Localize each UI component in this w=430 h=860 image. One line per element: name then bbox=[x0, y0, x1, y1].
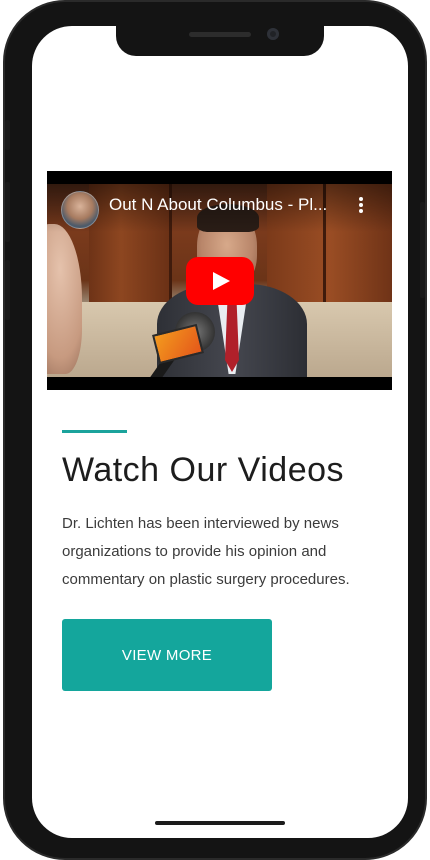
section-description: Dr. Lichten has been interviewed by news… bbox=[62, 515, 350, 588]
notch bbox=[116, 26, 324, 56]
section-heading: Watch Our Videos bbox=[62, 451, 345, 489]
front-camera-icon bbox=[267, 28, 279, 40]
more-vert-icon[interactable] bbox=[355, 195, 367, 217]
volume-up-button bbox=[5, 182, 10, 242]
silent-switch bbox=[5, 120, 10, 150]
home-indicator[interactable] bbox=[155, 821, 285, 825]
view-more-button[interactable]: VIEW MORE bbox=[62, 619, 272, 691]
volume-down-button bbox=[5, 260, 10, 320]
channel-avatar[interactable] bbox=[61, 191, 99, 229]
youtube-video-embed[interactable]: Out N About Columbus - Pl... bbox=[47, 171, 392, 390]
phone-frame: Out N About Columbus - Pl... Watch Our V… bbox=[3, 0, 427, 860]
speaker-grille bbox=[189, 32, 251, 37]
accent-divider bbox=[62, 430, 127, 433]
power-button bbox=[420, 202, 425, 298]
youtube-play-icon[interactable] bbox=[186, 257, 254, 305]
video-title[interactable]: Out N About Columbus - Pl... bbox=[109, 195, 339, 215]
phone-screen: Out N About Columbus - Pl... Watch Our V… bbox=[32, 26, 408, 838]
thumbnail-reporter bbox=[47, 224, 82, 374]
